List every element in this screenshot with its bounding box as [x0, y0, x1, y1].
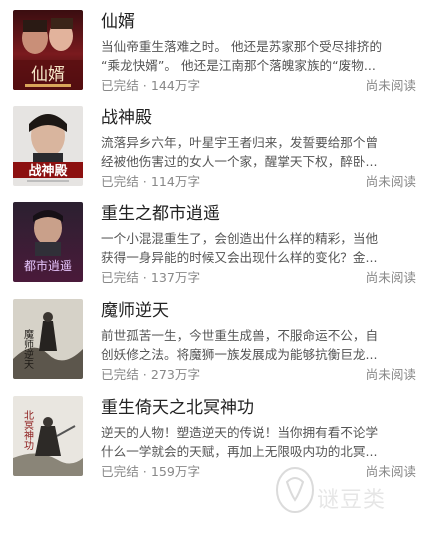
book-description-line: 前世孤苦一生，今世重生成兽，不服命运不公，自	[101, 328, 379, 343]
meta-separator: ·	[142, 270, 147, 285]
book-status: 已完结	[101, 78, 139, 93]
book-description-line: 什么一学就会的天赋，再加上无限吸内功的北冥...	[101, 444, 378, 459]
read-status: 尚未阅读	[365, 78, 416, 93]
book-description: 一个小混混重生了，会创造出什么样的精彩，当他 获得一身异能的时候又会出现什么样的…	[101, 229, 416, 267]
book-status: 已完结	[101, 464, 139, 479]
read-status: 尚未阅读	[365, 174, 416, 189]
book-title[interactable]: 战神殿	[101, 108, 152, 128]
book-word-count: 273万字	[150, 367, 201, 382]
book-title[interactable]: 重生之都市逍遥	[101, 204, 220, 224]
cover-title: 都市逍遥	[24, 258, 72, 273]
meta-separator: ·	[142, 464, 147, 479]
book-description-line: 经被他伤害过的女人一个家，醒掌天下权，醉卧...	[101, 154, 378, 169]
book-description-line: 逆天的人物！塑造逆天的传说！当你拥有看不论学	[101, 425, 379, 440]
book-cover[interactable]: 魔师逆天	[13, 299, 83, 379]
book-meta: 已完结 · 273万字	[101, 367, 200, 383]
book-description: 前世孤苦一生，今世重生成兽，不服命运不公，自 创妖修之法。将魔狮一族发展成为能够…	[101, 326, 416, 364]
book-status: 已完结	[101, 270, 139, 285]
book-title[interactable]: 仙婿	[101, 12, 135, 32]
book-description-line: “乘龙快婿”。 他还是江南那个落魄家族的“废物...	[101, 58, 376, 73]
meta-separator: ·	[142, 174, 147, 189]
cover-title: 北冥神功	[22, 410, 34, 451]
read-status: 尚未阅读	[365, 464, 416, 479]
book-meta: 已完结 · 137万字	[101, 270, 200, 286]
book-meta: 已完结 · 144万字	[101, 78, 200, 94]
book-description: 当仙帝重生落难之时。 他还是苏家那个受尽排挤的 “乘龙快婿”。 他还是江南那个落…	[101, 37, 416, 75]
book-description-line: 流落异乡六年，叶星宇王者归来，发誓要给那个曾	[101, 135, 379, 150]
book-meta: 已完结 · 114万字	[101, 174, 200, 190]
book-item-0[interactable]: 仙婿 仙婿 当仙帝重生落难之时。 他还是苏家那个受尽排挤的 “乘龙快婿”。 他还…	[0, 10, 425, 102]
meta-separator: ·	[142, 367, 147, 382]
book-description-line: 当仙帝重生落难之时。 他还是苏家那个受尽排挤的	[101, 39, 383, 54]
book-description-line: 获得一身异能的时候又会出现什么样的变化？金...	[101, 250, 378, 265]
book-cover[interactable]: 北冥神功	[13, 396, 83, 476]
book-description: 逆天的人物！塑造逆天的传说！当你拥有看不论学 什么一学就会的天赋，再加上无限吸内…	[101, 423, 416, 461]
book-description-line: 创妖修之法。将魔狮一族发展成为能够抗衡巨龙...	[101, 347, 378, 362]
book-cover[interactable]: 都市逍遥	[13, 202, 83, 282]
cover-title: 魔师逆天	[22, 328, 34, 370]
read-status: 尚未阅读	[365, 270, 416, 285]
book-item-2[interactable]: 都市逍遥 重生之都市逍遥 一个小混混重生了，会创造出什么样的精彩，当他 获得一身…	[0, 202, 425, 294]
book-item-4[interactable]: 北冥神功 重生倚天之北冥神功 逆天的人物！塑造逆天的传说！当你拥有看不论学 什么…	[0, 396, 425, 488]
cover-title: 仙婿	[31, 65, 65, 85]
book-word-count: 144万字	[150, 78, 201, 93]
book-word-count: 137万字	[150, 270, 201, 285]
book-item-3[interactable]: 魔师逆天 魔师逆天 前世孤苦一生，今世重生成兽，不服命运不公，自 创妖修之法。将…	[0, 299, 425, 391]
book-word-count: 159万字	[150, 464, 201, 479]
book-description: 流落异乡六年，叶星宇王者归来，发誓要给那个曾 经被他伤害过的女人一个家，醒掌天下…	[101, 133, 416, 171]
book-title[interactable]: 重生倚天之北冥神功	[101, 398, 254, 418]
book-status: 已完结	[101, 367, 139, 382]
book-item-1[interactable]: 战神殿 战神殿 流落异乡六年，叶星宇王者归来，发誓要给那个曾 经被他伤害过的女人…	[0, 106, 425, 198]
meta-separator: ·	[142, 78, 147, 93]
read-status: 尚未阅读	[365, 367, 416, 382]
book-description-line: 一个小混混重生了，会创造出什么样的精彩，当他	[101, 231, 379, 246]
cover-title: 战神殿	[28, 163, 68, 179]
book-cover[interactable]: 仙婿	[13, 10, 83, 90]
book-cover[interactable]: 战神殿	[13, 106, 83, 186]
book-word-count: 114万字	[150, 174, 201, 189]
book-title[interactable]: 魔师逆天	[101, 301, 169, 321]
book-meta: 已完结 · 159万字	[101, 464, 200, 480]
book-status: 已完结	[101, 174, 139, 189]
